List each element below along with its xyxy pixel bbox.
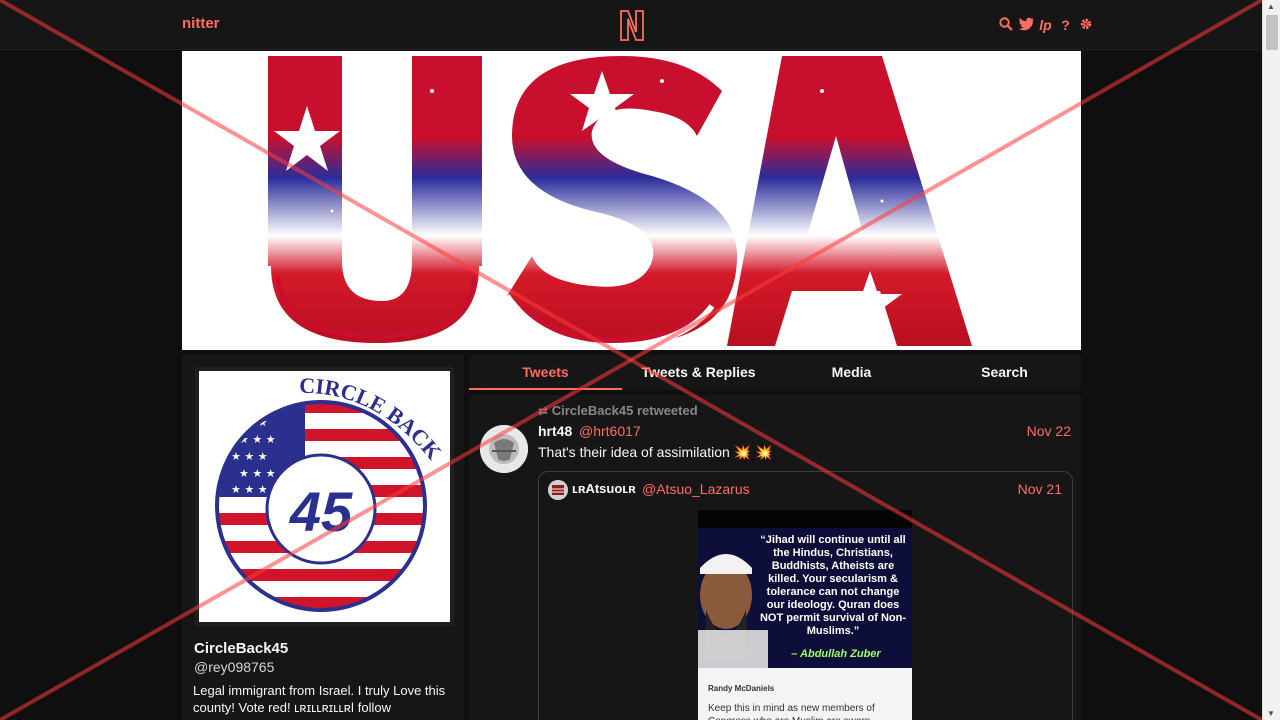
scrollbar[interactable]: ▲ ▼ bbox=[1262, 0, 1280, 720]
quote-media-image[interactable]: “Jihad will continue until all the Hindu… bbox=[698, 510, 912, 720]
timeline: ⇄ CircleBack45 retweeted hrt48 @hrt6017 … bbox=[469, 395, 1081, 720]
twitter-icon[interactable] bbox=[1018, 17, 1034, 34]
svg-text:★ ★ ★: ★ ★ ★ bbox=[239, 467, 276, 480]
quoted-tweet[interactable]: ʟʀAtsuoʟʀ @Atsuo_Lazarus Nov 21 “Jihad w… bbox=[538, 471, 1073, 720]
scroll-thumb[interactable] bbox=[1266, 15, 1278, 50]
tab-tweets-replies[interactable]: Tweets & Replies bbox=[622, 355, 775, 390]
tab-media[interactable]: Media bbox=[775, 355, 928, 390]
tab-search[interactable]: Search bbox=[928, 355, 1081, 390]
scroll-down-arrow-icon[interactable]: ▼ bbox=[1267, 709, 1275, 718]
profile-avatar[interactable]: ★ ★ ★ ★ ★ ★ ★ ★ ★ ★ ★ ★ ★ ★ ★ 45 CIRCLE … bbox=[195, 367, 454, 626]
meme-post-author: Randy McDaniels bbox=[708, 684, 775, 693]
tweet-avatar[interactable] bbox=[480, 425, 528, 473]
quote-fullname[interactable]: ʟʀAtsuoʟʀ bbox=[572, 481, 636, 496]
scroll-up-arrow-icon[interactable]: ▲ bbox=[1267, 2, 1275, 11]
meme-post-body: Keep this in mind as new members of Cong… bbox=[708, 703, 875, 720]
profile-fullname[interactable]: CircleBack45 bbox=[194, 640, 288, 657]
quote-avatar[interactable] bbox=[548, 480, 568, 500]
navbar: nitter lp ? bbox=[0, 0, 1262, 50]
meme-attribution: – Abdullah Zuber bbox=[791, 648, 881, 660]
svg-text:★ ★ ★: ★ ★ ★ bbox=[231, 450, 268, 463]
avatar-number: 45 bbox=[289, 480, 353, 543]
quote-username[interactable]: @Atsuo_Lazarus bbox=[642, 481, 750, 497]
search-icon[interactable] bbox=[998, 16, 1013, 34]
nitter-logo[interactable] bbox=[618, 8, 646, 47]
profile-bio: Legal immigrant from Israel. I truly Lov… bbox=[193, 683, 446, 715]
tweet-username[interactable]: @hrt6017 bbox=[579, 423, 641, 439]
tweet-fullname[interactable]: hrt48 bbox=[538, 423, 572, 439]
help-icon[interactable]: ? bbox=[1058, 17, 1073, 33]
profile-username[interactable]: @rey098765 bbox=[194, 659, 274, 675]
meme-post-card: Randy McDaniels Keep this in mind as new… bbox=[698, 668, 912, 720]
tab-tweets[interactable]: Tweets bbox=[469, 355, 622, 390]
quote-date[interactable]: Nov 21 bbox=[1018, 481, 1062, 497]
profile-card: ★ ★ ★ ★ ★ ★ ★ ★ ★ ★ ★ ★ ★ ★ ★ 45 CIRCLE … bbox=[182, 355, 464, 720]
tweet-date[interactable]: Nov 22 bbox=[1027, 423, 1071, 439]
profile-banner[interactable] bbox=[182, 51, 1081, 350]
retweet-icon: ⇄ bbox=[538, 404, 549, 418]
settings-icon[interactable] bbox=[1078, 17, 1093, 34]
nav-icons: lp ? bbox=[998, 14, 1093, 36]
svg-text:★ ★ ★: ★ ★ ★ bbox=[231, 483, 268, 496]
retweet-header: ⇄ CircleBack45 retweeted bbox=[538, 403, 698, 418]
retweet-header-text: CircleBack45 retweeted bbox=[551, 403, 698, 418]
brand-link[interactable]: nitter bbox=[182, 15, 220, 32]
meme-quote-text: “Jihad will continue until all the Hindu… bbox=[759, 534, 907, 637]
rss-icon[interactable]: lp bbox=[1038, 17, 1053, 33]
timeline-tabs: Tweets Tweets & Replies Media Search bbox=[469, 355, 1081, 390]
tweet-content: That's their idea of assimilation 💥 💥 bbox=[538, 444, 773, 460]
